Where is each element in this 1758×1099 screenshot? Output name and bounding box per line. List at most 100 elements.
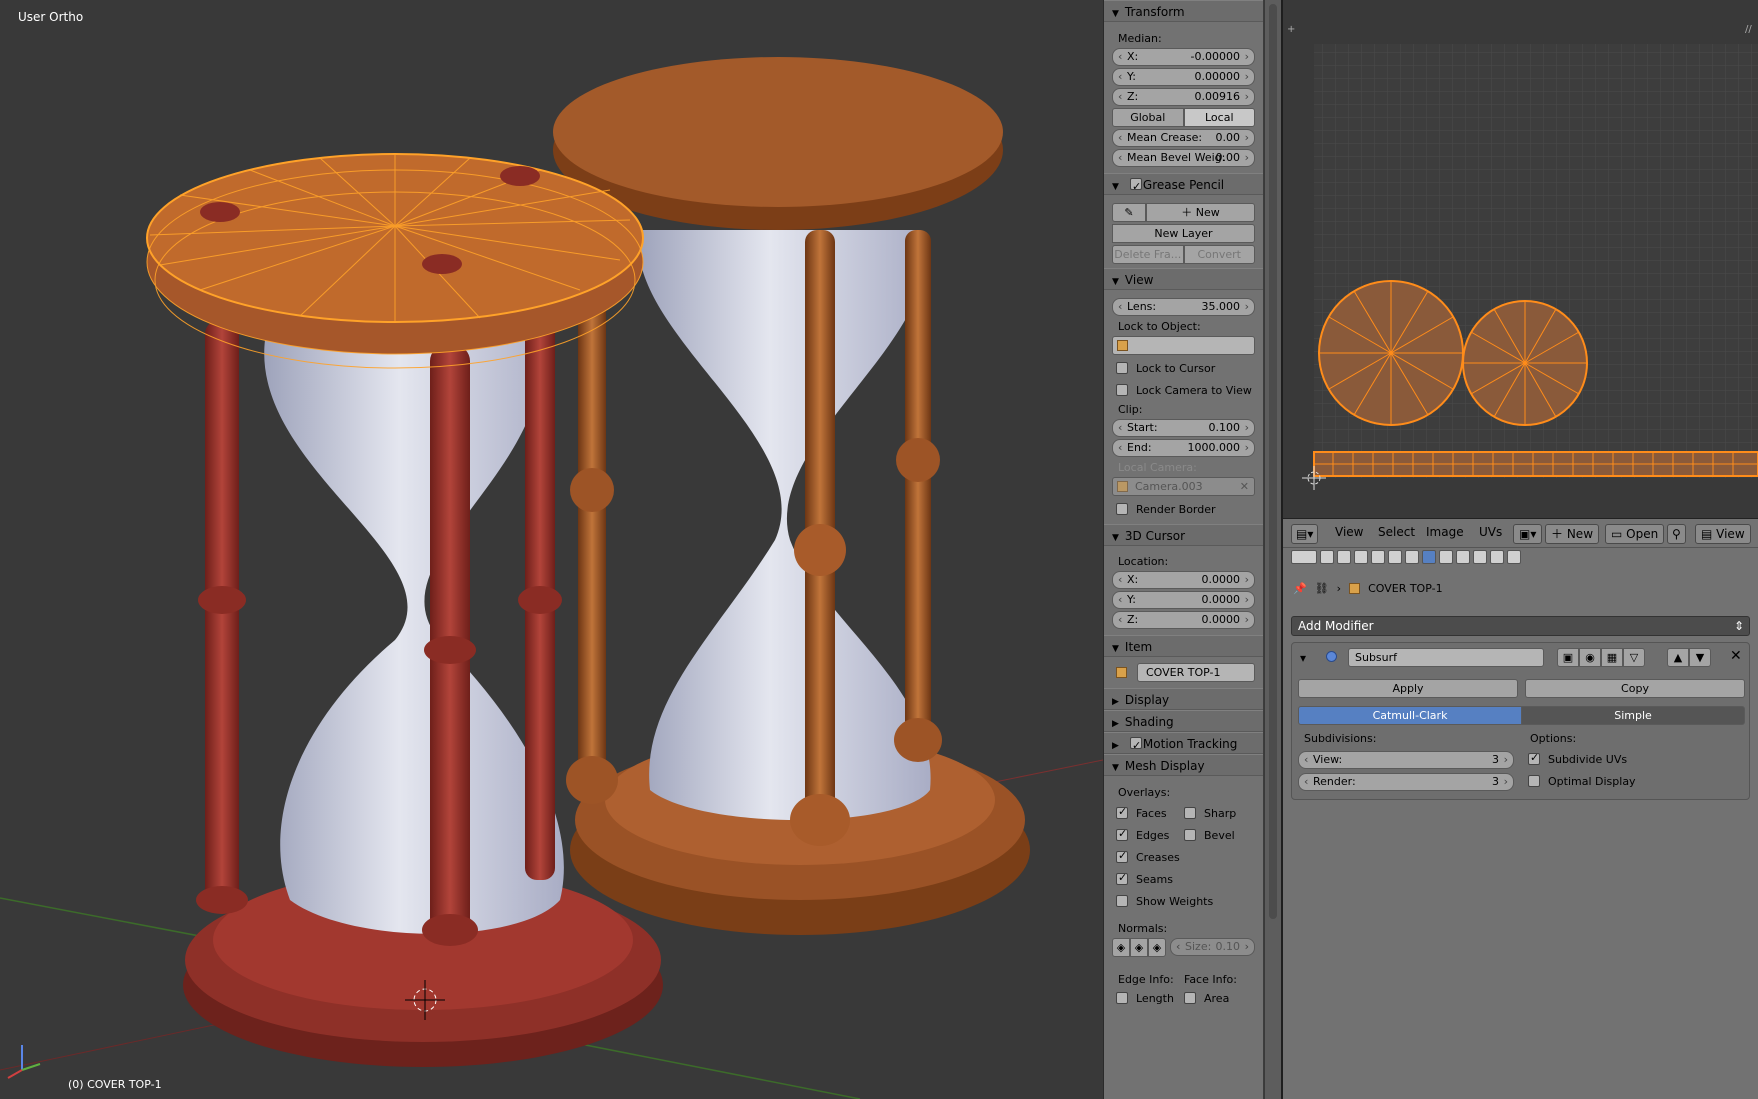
normals-size-field[interactable]: Size:0.10 bbox=[1170, 938, 1255, 956]
lock-camera-option[interactable]: Lock Camera to View bbox=[1104, 379, 1263, 401]
bevel-checkbox[interactable] bbox=[1184, 829, 1196, 841]
image-browse-icon[interactable]: ▣▾ bbox=[1513, 524, 1543, 544]
panel-item-header[interactable]: ▼ Item bbox=[1104, 635, 1263, 657]
faces-option[interactable]: Faces bbox=[1104, 802, 1184, 824]
scrollbar-thumb[interactable] bbox=[1269, 4, 1277, 919]
panel-transform-header[interactable]: ▼ Transform bbox=[1104, 0, 1263, 22]
cursor-z-field[interactable]: Z:0.0000 bbox=[1112, 611, 1255, 629]
panel-mesh-display-header[interactable]: ▼ Mesh Display bbox=[1104, 754, 1263, 776]
panel-shading-header[interactable]: ▶ Shading bbox=[1104, 710, 1263, 732]
optimal-display-option[interactable]: Optimal Display bbox=[1516, 770, 1636, 792]
add-modifier-dropdown[interactable]: Add Modifier ⇕ bbox=[1291, 616, 1750, 636]
uv-island-strip[interactable] bbox=[1313, 451, 1758, 477]
convert-button[interactable]: Convert bbox=[1183, 245, 1255, 264]
pencil-icon[interactable]: ✎ bbox=[1112, 203, 1146, 222]
lock-cursor-checkbox[interactable] bbox=[1116, 362, 1128, 374]
mean-bevel-field[interactable]: Mean Bevel Weig:0.00 bbox=[1112, 149, 1255, 167]
object-tab-icon[interactable] bbox=[1388, 550, 1402, 564]
panel-view-header[interactable]: ▼ View bbox=[1104, 268, 1263, 290]
eye-icon[interactable]: ◉ bbox=[1579, 648, 1601, 667]
seams-option[interactable]: Seams bbox=[1104, 868, 1263, 890]
bevel-option[interactable]: Bevel bbox=[1184, 824, 1235, 846]
new-grease-button[interactable]: ＋ New bbox=[1146, 203, 1255, 222]
catmull-clark-toggle[interactable]: Catmull-Clark bbox=[1298, 706, 1522, 725]
open-image-button[interactable]: ▭ Open bbox=[1605, 524, 1665, 544]
close-icon[interactable]: ✕ bbox=[1730, 648, 1742, 664]
sharp-checkbox[interactable] bbox=[1184, 807, 1196, 819]
delete-frame-button[interactable]: Delete Fra... bbox=[1112, 245, 1184, 264]
editor-type-icon[interactable]: ▤▾ bbox=[1291, 524, 1319, 544]
panel-display-header[interactable]: ▶ Display bbox=[1104, 688, 1263, 710]
vertex-normals-icon[interactable]: ◈ bbox=[1112, 938, 1130, 957]
render-subdivisions-field[interactable]: Render:3 bbox=[1298, 773, 1514, 791]
render-tab-icon[interactable] bbox=[1320, 550, 1334, 564]
view-subdivisions-field[interactable]: View:3 bbox=[1298, 751, 1514, 769]
render-layers-tab-icon[interactable] bbox=[1337, 550, 1351, 564]
world-tab-icon[interactable] bbox=[1371, 550, 1385, 564]
show-weights-option[interactable]: Show Weights bbox=[1104, 890, 1263, 912]
cage-icon[interactable]: ▽ bbox=[1623, 648, 1645, 667]
clip-end-field[interactable]: End:1000.000 bbox=[1112, 439, 1255, 457]
panel-motion-tracking-header[interactable]: ▶Motion Tracking bbox=[1104, 732, 1263, 757]
median-z-field[interactable]: Z:0.00916 bbox=[1112, 88, 1255, 106]
camera-render-icon[interactable]: ▣ bbox=[1557, 648, 1579, 667]
split-normals-icon[interactable]: ◈ bbox=[1130, 938, 1148, 957]
pin-icon[interactable]: 📌 bbox=[1293, 582, 1307, 595]
length-checkbox[interactable] bbox=[1116, 992, 1128, 1004]
cursor-x-field[interactable]: X:0.0000 bbox=[1112, 571, 1255, 589]
item-name-field[interactable]: COVER TOP-1 bbox=[1137, 663, 1255, 682]
uv-island-disc-2[interactable] bbox=[1462, 300, 1588, 426]
lock-object-field[interactable] bbox=[1112, 336, 1255, 355]
editmode-icon[interactable]: ▦ bbox=[1601, 648, 1623, 667]
3d-viewport[interactable]: User Ortho (0) COVER TOP-1 bbox=[0, 0, 1103, 1099]
clear-icon[interactable]: ✕ bbox=[1240, 478, 1249, 495]
local-toggle[interactable]: Local bbox=[1183, 108, 1255, 127]
grease-pencil-checkbox[interactable] bbox=[1130, 176, 1142, 198]
view-mode-dropdown[interactable]: ▤ View bbox=[1695, 524, 1751, 544]
texture-tab-icon[interactable] bbox=[1473, 550, 1487, 564]
data-tab-icon[interactable] bbox=[1439, 550, 1453, 564]
edges-option[interactable]: Edges bbox=[1104, 824, 1184, 846]
face-normals-icon[interactable]: ◈ bbox=[1148, 938, 1166, 957]
material-tab-icon[interactable] bbox=[1456, 550, 1470, 564]
show-weights-checkbox[interactable] bbox=[1116, 895, 1128, 907]
apply-button[interactable]: Apply bbox=[1298, 679, 1518, 698]
collapse-arrow-icon[interactable]: ▾ bbox=[1300, 651, 1306, 665]
edges-checkbox[interactable] bbox=[1116, 827, 1128, 841]
median-x-field[interactable]: X:-0.00000 bbox=[1112, 48, 1255, 66]
render-border-checkbox[interactable] bbox=[1116, 503, 1128, 515]
lock-camera-checkbox[interactable] bbox=[1116, 384, 1128, 396]
local-camera-field[interactable]: Camera.003 ✕ bbox=[1112, 477, 1255, 496]
lens-field[interactable]: Lens:35.000 bbox=[1112, 298, 1255, 316]
simple-toggle[interactable]: Simple bbox=[1521, 706, 1745, 725]
menu-uvs[interactable]: UVs bbox=[1479, 525, 1502, 539]
creases-option[interactable]: Creases bbox=[1104, 846, 1263, 868]
menu-select[interactable]: Select bbox=[1378, 525, 1415, 539]
physics-tab-icon[interactable] bbox=[1507, 550, 1521, 564]
constraints-tab-icon[interactable] bbox=[1405, 550, 1419, 564]
uv-editor[interactable]: + // bbox=[1283, 0, 1758, 518]
pin-icon[interactable]: ⚲ bbox=[1667, 524, 1686, 544]
length-option[interactable]: Length bbox=[1104, 989, 1184, 1007]
lock-cursor-option[interactable]: Lock to Cursor bbox=[1104, 357, 1263, 379]
creases-checkbox[interactable] bbox=[1116, 849, 1128, 863]
scene-tab-icon[interactable] bbox=[1354, 550, 1368, 564]
mean-crease-field[interactable]: Mean Crease:0.00 bbox=[1112, 129, 1255, 147]
new-image-button[interactable]: ＋ New bbox=[1545, 524, 1600, 544]
modifier-name-field[interactable]: Subsurf bbox=[1348, 648, 1544, 667]
copy-button[interactable]: Copy bbox=[1525, 679, 1745, 698]
area-option[interactable]: Area bbox=[1184, 989, 1229, 1007]
move-up-icon[interactable]: ▲ bbox=[1667, 648, 1689, 667]
median-y-field[interactable]: Y:0.00000 bbox=[1112, 68, 1255, 86]
move-down-icon[interactable]: ▼ bbox=[1689, 648, 1711, 667]
clip-start-field[interactable]: Start:0.100 bbox=[1112, 419, 1255, 437]
sharp-option[interactable]: Sharp bbox=[1184, 802, 1236, 824]
new-layer-button[interactable]: New Layer bbox=[1112, 224, 1255, 243]
render-border-option[interactable]: Render Border bbox=[1104, 498, 1263, 520]
menu-image[interactable]: Image bbox=[1426, 525, 1464, 539]
menu-view[interactable]: View bbox=[1335, 525, 1363, 539]
editor-type-icon[interactable] bbox=[1291, 550, 1317, 564]
panel-grease-pencil-header[interactable]: ▼ Grease Pencil bbox=[1104, 173, 1263, 198]
motion-tracking-checkbox[interactable] bbox=[1130, 735, 1142, 757]
subdivide-uvs-option[interactable]: Subdivide UVs bbox=[1516, 748, 1627, 770]
